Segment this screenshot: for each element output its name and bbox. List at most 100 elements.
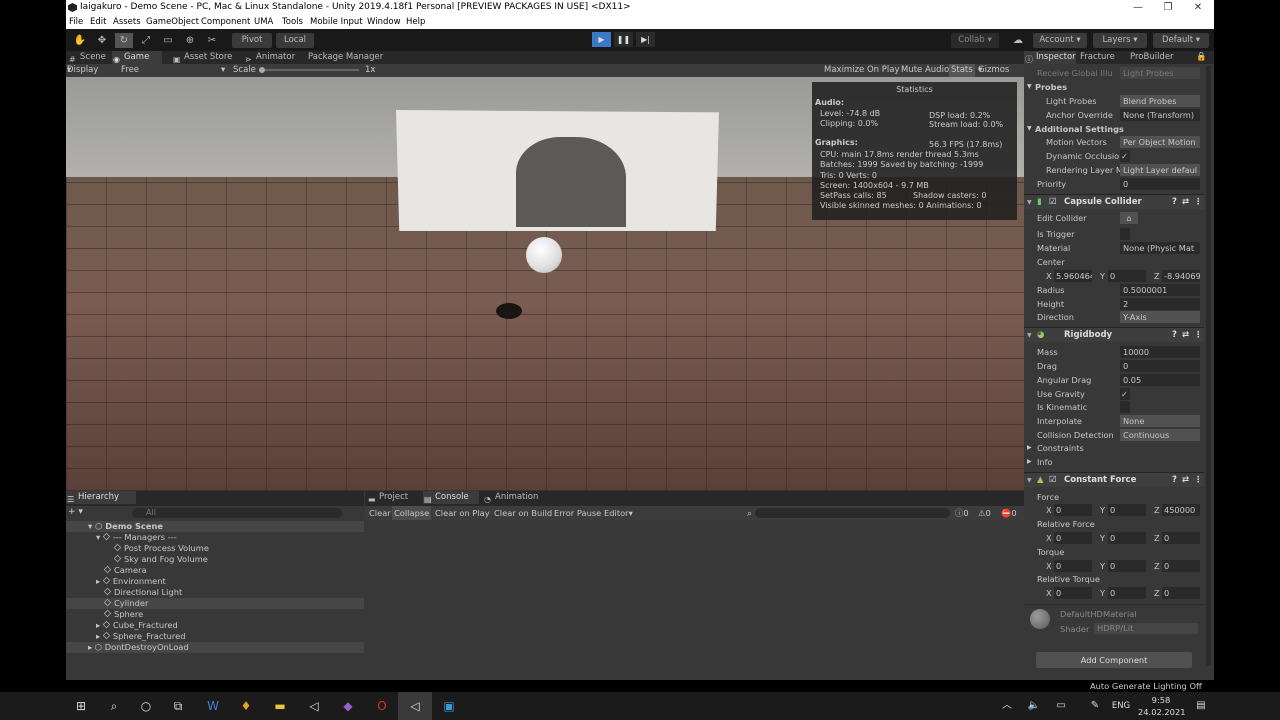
- play-button[interactable]: ▶: [592, 32, 611, 47]
- constant-force-header[interactable]: ▼ ▲ ☑ Constant Force? ⇄ ⋮: [1024, 472, 1204, 487]
- hierarchy-item-managers[interactable]: ▾ --- Managers ---: [66, 532, 364, 543]
- tab-inspector[interactable]: ⓘ Inspector: [1024, 51, 1076, 64]
- hierarchy-item-sphere-fractured[interactable]: ▸ Sphere_Fractured: [66, 631, 364, 642]
- material-field[interactable]: None (Physic Mat: [1120, 242, 1200, 254]
- tab-hierarchy[interactable]: ☰ Hierarchy: [66, 491, 136, 504]
- mute-audio-toggle[interactable]: Mute Audio: [901, 64, 949, 77]
- direction-dropdown[interactable]: Y-Axis: [1120, 311, 1200, 323]
- drag-field[interactable]: 0: [1120, 360, 1200, 372]
- unity-icon[interactable]: ◁: [398, 692, 432, 720]
- console-search-input[interactable]: [755, 508, 950, 518]
- error-count-toggle[interactable]: ⛔0: [1001, 506, 1017, 520]
- receive-gi-dropdown[interactable]: Light Probes: [1120, 67, 1200, 79]
- preset-icon[interactable]: ⇄: [1182, 473, 1189, 488]
- motion-vectors-dropdown[interactable]: Per Object Motion: [1120, 136, 1200, 148]
- account-dropdown[interactable]: Account ▾: [1033, 33, 1087, 48]
- create-dropdown[interactable]: + ▾: [68, 506, 88, 519]
- info-foldout[interactable]: ▶ Info: [1024, 455, 1204, 469]
- tab-fracture[interactable]: Fracture: [1076, 51, 1126, 64]
- cloud-icon[interactable]: ☁: [1009, 33, 1027, 48]
- tab-probuilder[interactable]: ProBuilder: [1126, 51, 1186, 64]
- tab-package-manager[interactable]: Package Manager: [296, 51, 386, 64]
- center-x-field[interactable]: 5.960464: [1054, 270, 1092, 282]
- layout-dropdown[interactable]: Default ▾: [1153, 33, 1209, 48]
- error-pause-toggle[interactable]: Error Pause: [554, 506, 601, 520]
- rendering-layer-dropdown[interactable]: Light Layer defaul: [1120, 164, 1200, 176]
- hierarchy-item-camera[interactable]: Camera: [66, 565, 364, 576]
- help-icon[interactable]: ?: [1172, 473, 1177, 488]
- info-count-toggle[interactable]: ⓘ0: [955, 506, 969, 520]
- menu-component[interactable]: Component: [201, 15, 250, 29]
- priority-field[interactable]: 0: [1120, 178, 1200, 190]
- relative-force-y-field[interactable]: 0: [1108, 532, 1146, 544]
- gizmos-dropdown[interactable]: Gizmos ▾: [978, 64, 1009, 77]
- enable-checkbox[interactable]: ☑: [1049, 195, 1057, 210]
- move-tool-icon[interactable]: ✥: [93, 33, 111, 48]
- menu-help[interactable]: Help: [406, 15, 425, 29]
- force-z-field[interactable]: 450000: [1162, 504, 1200, 516]
- hierarchy-search-input[interactable]: All: [132, 508, 342, 518]
- hand-tool-icon[interactable]: ✋: [71, 33, 89, 48]
- hierarchy-item-cube-fractured[interactable]: ▸ Cube_Fractured: [66, 620, 364, 631]
- windows-start-icon[interactable]: ⊞: [64, 692, 98, 720]
- collab-button[interactable]: Collab ▾: [951, 33, 999, 48]
- scale-slider[interactable]: [259, 69, 359, 71]
- tab-animator[interactable]: ⋗ Animator: [244, 51, 300, 64]
- dynamic-occlusion-checkbox[interactable]: ✓: [1120, 150, 1130, 162]
- hierarchy-item-dontdestroyonload[interactable]: ▸ ⬡ DontDestroyOnLoad: [66, 642, 364, 653]
- step-button[interactable]: ▶|: [636, 32, 655, 47]
- menu-mobile-input[interactable]: Mobile Input: [310, 15, 363, 29]
- opera-icon[interactable]: O: [365, 692, 399, 720]
- menu-tools[interactable]: Tools: [282, 15, 303, 29]
- clear-button[interactable]: Clear: [369, 506, 391, 520]
- display-dropdown[interactable]: Display 1 ▾: [67, 64, 98, 88]
- preset-icon[interactable]: ⇄: [1182, 195, 1189, 210]
- monitor-icon[interactable]: ▭: [1044, 692, 1078, 720]
- pause-button[interactable]: ❚❚: [614, 32, 633, 47]
- hierarchy-item-sphere[interactable]: Sphere: [66, 609, 364, 620]
- preset-icon[interactable]: ⇄: [1182, 328, 1189, 343]
- hierarchy-item-post-process[interactable]: Post Process Volume: [66, 543, 364, 554]
- menu-file[interactable]: File: [69, 15, 83, 29]
- hierarchy-scene-root[interactable]: ▾ ⬡ Demo Scene: [66, 521, 364, 532]
- hierarchy-item-cylinder[interactable]: Cylinder: [66, 598, 364, 609]
- light-probes-dropdown[interactable]: Blend Probes: [1120, 95, 1200, 107]
- is-trigger-checkbox[interactable]: [1120, 228, 1130, 240]
- layers-dropdown[interactable]: Layers ▾: [1093, 33, 1147, 48]
- hierarchy-item-sky-fog[interactable]: Sky and Fog Volume: [66, 554, 364, 565]
- inspector-scrollbar[interactable]: [1206, 66, 1211, 666]
- tab-asset-store[interactable]: ▣ Asset Store: [172, 51, 234, 64]
- relative-force-x-field[interactable]: 0: [1054, 532, 1092, 544]
- hierarchy-item-directional-light[interactable]: Directional Light: [66, 587, 364, 598]
- tab-animation[interactable]: ◔ Animation: [483, 491, 545, 504]
- interpolate-dropdown[interactable]: None: [1120, 415, 1200, 427]
- explorer-icon[interactable]: ▬: [263, 692, 297, 720]
- relative-torque-y-field[interactable]: 0: [1108, 587, 1146, 599]
- pivot-button[interactable]: Pivot: [232, 33, 272, 48]
- unity-hub-icon[interactable]: ◁: [297, 692, 331, 720]
- rotate-tool-icon[interactable]: ↻: [115, 33, 133, 48]
- game-viewport[interactable]: Statistics Audio: Level: -74.8 dB Clippi…: [66, 77, 1024, 491]
- edit-collider-button[interactable]: ⌂: [1120, 212, 1138, 224]
- close-button[interactable]: ✕: [1184, 0, 1212, 15]
- notifications-icon[interactable]: ▤: [1184, 692, 1218, 720]
- torque-y-field[interactable]: 0: [1108, 560, 1146, 572]
- maximize-on-play-toggle[interactable]: Maximize On Play: [824, 64, 899, 77]
- collision-detection-dropdown[interactable]: Continuous: [1120, 429, 1200, 441]
- app-icon[interactable]: ♦: [229, 692, 263, 720]
- height-field[interactable]: 2: [1120, 298, 1200, 310]
- more-icon[interactable]: ⋮: [1194, 195, 1203, 210]
- menu-gameobject[interactable]: GameObject: [146, 15, 199, 29]
- tab-project[interactable]: ▬ Project: [367, 491, 421, 504]
- relative-torque-z-field[interactable]: 0: [1162, 587, 1200, 599]
- more-icon[interactable]: ⋮: [1194, 328, 1203, 343]
- tab-game[interactable]: ◉ Game: [112, 51, 162, 64]
- word-icon[interactable]: W: [196, 692, 230, 720]
- custom-tool-icon[interactable]: ✂: [203, 33, 221, 48]
- cortana-icon[interactable]: ○: [129, 692, 163, 720]
- scale-tool-icon[interactable]: ⤢: [137, 33, 155, 48]
- warning-count-toggle[interactable]: ⚠0: [978, 506, 991, 520]
- menu-assets[interactable]: Assets: [113, 15, 141, 29]
- minimize-button[interactable]: —: [1124, 0, 1152, 15]
- force-y-field[interactable]: 0: [1108, 504, 1146, 516]
